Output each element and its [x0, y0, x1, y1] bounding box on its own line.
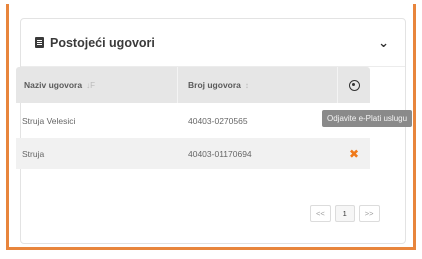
- column-header-number[interactable]: Broj ugovora ↕: [178, 67, 338, 103]
- column-header-actions: [338, 67, 370, 103]
- tooltip: Odjavite e-Plati uslugu: [322, 110, 413, 127]
- contract-name: Struja Velesici: [22, 115, 76, 126]
- close-icon[interactable]: ✖: [338, 147, 370, 161]
- panel-title: Postojeći ugovori: [50, 35, 155, 50]
- column-header-name[interactable]: Naziv ugovora ↓F: [16, 67, 178, 103]
- contract-number: 40403-0270565: [188, 115, 248, 126]
- table-row: Struja 40403-01170694 ✖: [16, 138, 370, 169]
- pagination-prev-button[interactable]: <<: [310, 205, 331, 222]
- panel-title-group: Postojeći ugovori: [35, 36, 155, 50]
- chevron-down-icon[interactable]: ⌄: [378, 35, 389, 51]
- table-row: Struja Velesici 40403-0270565 ✖: [16, 105, 370, 136]
- contract-number: 40403-01170694: [188, 148, 252, 159]
- sort-icon[interactable]: ↕: [245, 81, 249, 90]
- document-icon: [35, 37, 44, 48]
- contract-name: Struja: [22, 148, 45, 159]
- pagination-page-button[interactable]: 1: [334, 205, 355, 222]
- panel-header[interactable]: Postojeći ugovori ⌄: [21, 19, 405, 67]
- sort-icon[interactable]: ↓F: [86, 81, 95, 90]
- pagination-next-button[interactable]: >>: [358, 205, 380, 222]
- table-header: Naziv ugovora ↓F Broj ugovora ↕: [16, 67, 370, 103]
- target-icon[interactable]: [348, 79, 360, 91]
- contracts-table: Naziv ugovora ↓F Broj ugovora ↕ Struja V…: [16, 67, 370, 169]
- pagination: << 1 >>: [310, 205, 380, 222]
